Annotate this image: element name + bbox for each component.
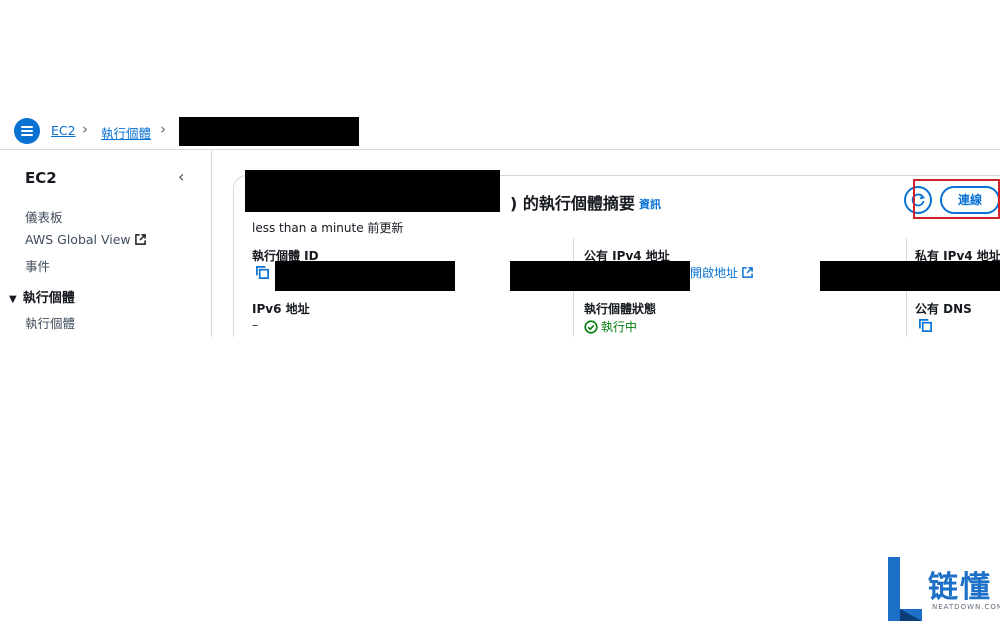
sidebar-item-instances[interactable]: 執行個體: [25, 313, 75, 332]
breadcrumb-instances[interactable]: 執行個體: [101, 123, 151, 142]
sidebar-divider: [211, 150, 212, 337]
highlight-annotation: [913, 179, 1000, 219]
redacted-instance-name: [245, 170, 500, 212]
sidebar-item-global-view[interactable]: AWS Global View: [25, 232, 146, 247]
instance-state-value: 執行中: [584, 318, 637, 335]
sidebar-section-instances[interactable]: ▼ 執行個體: [9, 287, 75, 306]
menu-button[interactable]: [14, 118, 40, 144]
watermark-domain: NEATDOWN.COM: [932, 603, 1000, 611]
chevron-right-icon: ›: [160, 120, 166, 138]
copy-icon[interactable]: [255, 265, 270, 280]
info-link[interactable]: 資訊: [639, 196, 661, 212]
header-divider: [0, 149, 1000, 150]
external-link-icon: [134, 234, 146, 245]
public-dns-label: 公有 DNS: [915, 302, 972, 316]
watermark-brand: 链懂: [928, 570, 992, 605]
panel-title: ) 的執行個體摘要: [510, 194, 635, 213]
open-address-link[interactable]: 開啟地址: [690, 264, 753, 281]
sidebar-item-dashboard[interactable]: 儀表板: [25, 207, 63, 226]
page-background: [0, 337, 1000, 625]
ipv6-value: –: [252, 318, 258, 332]
redacted-public-ipv4: [510, 261, 690, 291]
check-circle-icon: [584, 320, 598, 334]
external-link-icon: [742, 267, 753, 278]
neatdown-logo-icon: [888, 557, 922, 621]
copy-icon[interactable]: [918, 318, 933, 333]
collapse-sidebar-icon[interactable]: ‹: [178, 167, 184, 186]
redacted-breadcrumb: [179, 117, 359, 146]
instance-state-label: 執行個體狀態: [584, 302, 657, 316]
redacted-private-ipv4: [820, 261, 1000, 291]
sidebar-item-events[interactable]: 事件: [25, 256, 50, 275]
chevron-right-icon: ›: [82, 120, 88, 138]
last-updated-text: less than a minute 前更新: [252, 221, 404, 235]
breadcrumb-ec2[interactable]: EC2: [51, 123, 76, 138]
hamburger-icon: [21, 126, 33, 128]
redacted-instance-id: [275, 261, 455, 291]
sidebar-title: EC2: [25, 169, 57, 187]
caret-down-icon: ▼: [9, 294, 17, 305]
ipv6-label: IPv6 地址: [252, 302, 310, 316]
